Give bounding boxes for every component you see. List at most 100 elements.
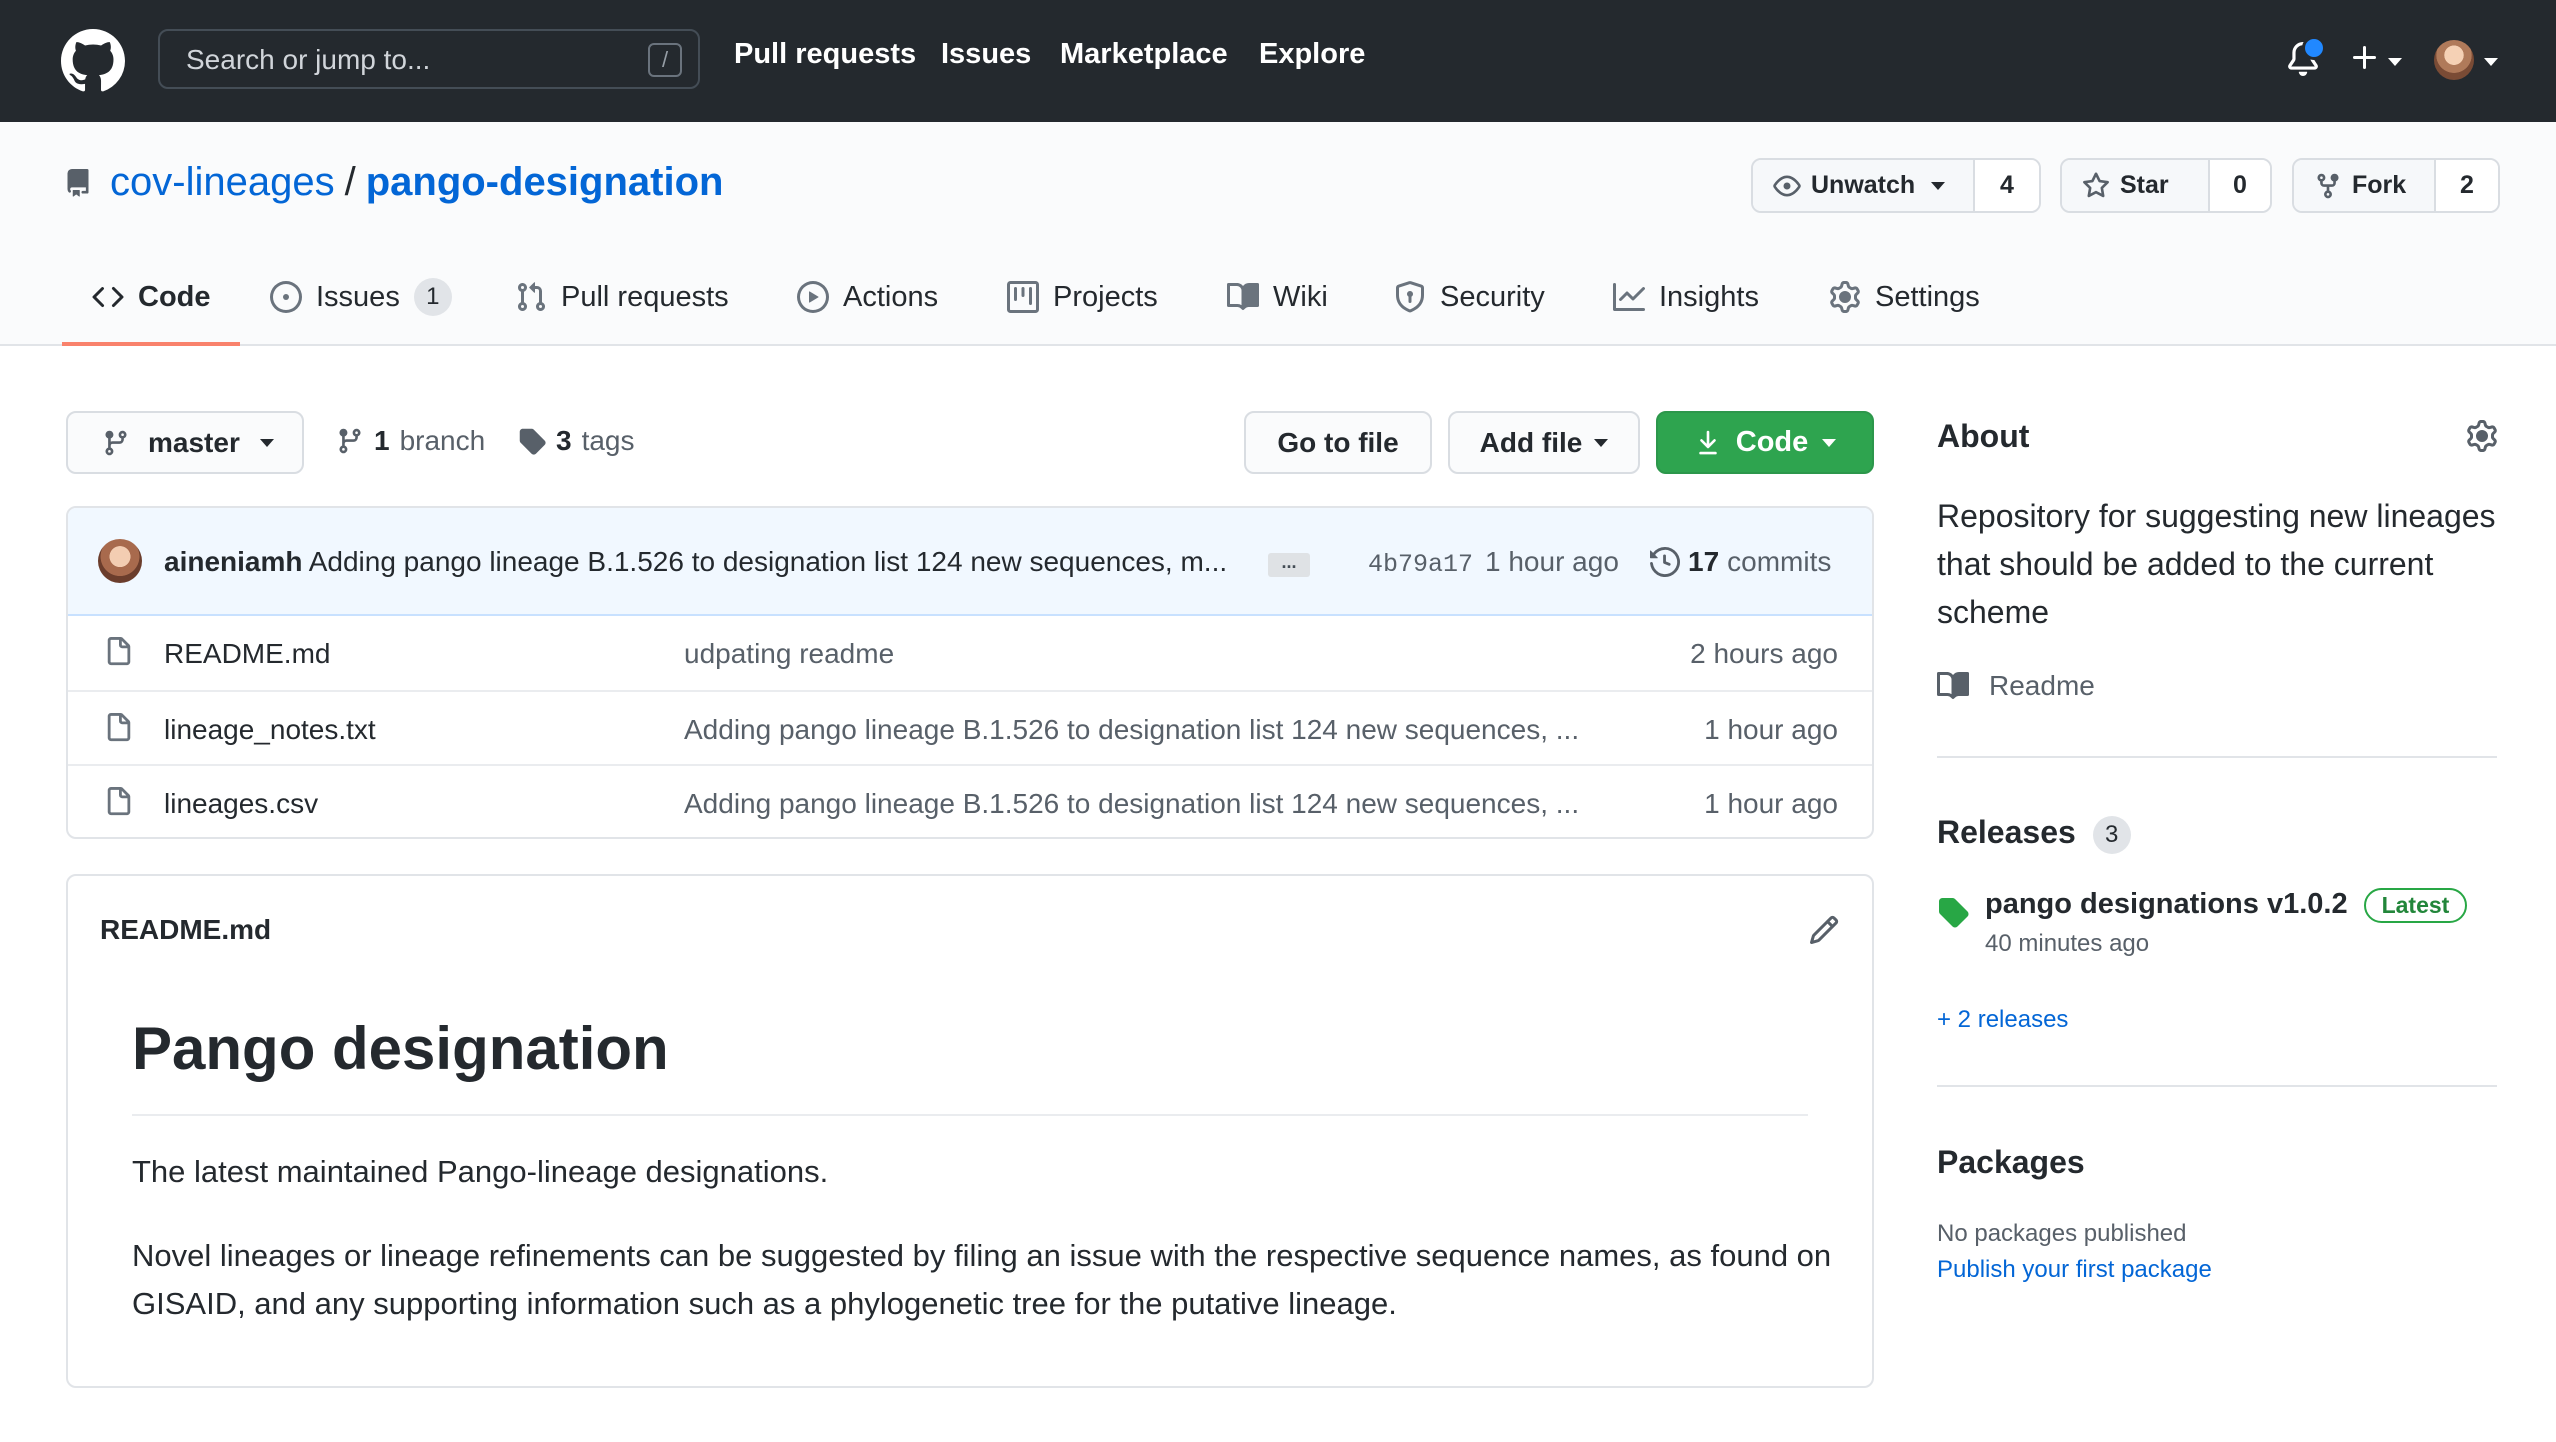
repo-owner-link[interactable]: cov-lineages bbox=[110, 160, 335, 204]
branches-link[interactable]: 1 branch bbox=[336, 425, 485, 457]
tab-pull-requests[interactable]: Pull requests bbox=[515, 276, 729, 318]
file-icon bbox=[107, 787, 131, 816]
repo-title: cov-lineages / pango-designation bbox=[110, 160, 723, 205]
nav-pull-requests[interactable]: Pull requests bbox=[734, 38, 916, 71]
pencil-icon[interactable] bbox=[1808, 914, 1840, 946]
readme-filename: README.md bbox=[100, 914, 272, 945]
download-icon bbox=[1699, 430, 1717, 454]
unwatch-button[interactable]: Unwatch bbox=[1753, 160, 1975, 211]
branch-count: 1 bbox=[374, 425, 390, 456]
watchers-count[interactable]: 4 bbox=[1975, 160, 2039, 211]
sidebar-divider bbox=[1937, 756, 2497, 758]
file-name-link[interactable]: lineage_notes.txt bbox=[164, 714, 376, 746]
tab-insights[interactable]: Insights bbox=[1613, 276, 1759, 318]
tab-security[interactable]: Security bbox=[1394, 276, 1545, 318]
file-commit-message-link[interactable]: Adding pango lineage B.1.526 to designat… bbox=[684, 714, 1579, 746]
user-avatar[interactable] bbox=[2434, 40, 2474, 80]
add-file-button[interactable]: Add file bbox=[1448, 411, 1640, 474]
repo-icon bbox=[67, 169, 89, 197]
play-icon bbox=[797, 281, 829, 313]
code-icon bbox=[92, 286, 124, 308]
code-caret-icon bbox=[1822, 438, 1837, 447]
latest-release: pango designations v1.0.2 Latest bbox=[1985, 888, 2468, 923]
more-releases-link[interactable]: + 2 releases bbox=[1937, 1006, 2068, 1034]
commit-expand-button[interactable]: ... bbox=[1268, 553, 1310, 577]
about-heading: About bbox=[1937, 418, 2030, 454]
stargazers-count[interactable]: 0 bbox=[2210, 160, 2270, 211]
branch-caret-icon bbox=[259, 438, 274, 447]
tab-pull-requests-label: Pull requests bbox=[561, 280, 729, 313]
nav-explore[interactable]: Explore bbox=[1259, 38, 1365, 71]
add-file-caret-icon bbox=[1594, 438, 1609, 447]
nav-marketplace[interactable]: Marketplace bbox=[1060, 38, 1228, 71]
commit-message-link[interactable]: Adding pango lineage B.1.526 to designat… bbox=[309, 546, 1227, 577]
tags-link[interactable]: 3 tags bbox=[518, 425, 635, 457]
releases-heading-label: Releases bbox=[1937, 814, 2076, 850]
forks-count[interactable]: 2 bbox=[2436, 160, 2498, 211]
search-box[interactable]: / bbox=[158, 29, 700, 89]
branch-name: master bbox=[148, 426, 240, 458]
search-input[interactable] bbox=[184, 39, 628, 81]
tag-icon bbox=[519, 428, 546, 455]
global-header: / Pull requests Issues Marketplace Explo… bbox=[0, 0, 2556, 122]
nav-issues[interactable]: Issues bbox=[941, 38, 1031, 71]
create-menu-caret-icon[interactable] bbox=[2388, 58, 2402, 66]
packages-heading[interactable]: Packages bbox=[1937, 1144, 2085, 1181]
tab-projects[interactable]: Projects bbox=[1007, 276, 1158, 318]
project-icon bbox=[1007, 281, 1039, 313]
file-name-link[interactable]: README.md bbox=[164, 638, 330, 670]
git-branch-icon bbox=[105, 430, 127, 455]
eye-icon bbox=[1773, 175, 1801, 196]
repo-name-link[interactable]: pango-designation bbox=[366, 160, 724, 204]
file-name-link[interactable]: lineages.csv bbox=[164, 788, 318, 820]
issues-counter: 1 bbox=[413, 278, 452, 316]
go-to-file-button[interactable]: Go to file bbox=[1244, 411, 1432, 474]
tab-code[interactable]: Code bbox=[92, 276, 211, 318]
tab-insights-label: Insights bbox=[1659, 280, 1759, 313]
releases-heading[interactable]: Releases 3 bbox=[1937, 814, 2131, 854]
tab-wiki-label: Wiki bbox=[1273, 280, 1328, 313]
commits-history-link[interactable]: 17 commits bbox=[1650, 546, 1831, 578]
tab-actions[interactable]: Actions bbox=[797, 276, 938, 318]
branch-word: branch bbox=[399, 425, 486, 456]
about-description: Repository for suggesting new lineages t… bbox=[1937, 498, 2496, 630]
fork-button-group: Fork 2 bbox=[2292, 158, 2500, 213]
git-pull-request-icon bbox=[517, 282, 546, 312]
unwatch-label: Unwatch bbox=[1811, 171, 1916, 199]
book-icon bbox=[1937, 671, 1969, 699]
commit-sha-link[interactable]: 4b79a17 bbox=[1368, 550, 1473, 579]
readme-box: README.md Pango designation The latest m… bbox=[66, 874, 1874, 1388]
fork-label: Fork bbox=[2352, 171, 2407, 199]
sidebar-divider bbox=[1937, 1085, 2497, 1087]
star-label: Star bbox=[2120, 171, 2169, 199]
readme-link[interactable]: Readme bbox=[1937, 670, 2095, 702]
graph-icon bbox=[1613, 283, 1645, 311]
commit-word: commits bbox=[1727, 546, 1832, 577]
file-commit-message-link[interactable]: udpating readme bbox=[684, 638, 894, 670]
publish-package-link[interactable]: Publish your first package bbox=[1937, 1256, 2212, 1284]
commit-author-avatar[interactable] bbox=[98, 539, 142, 583]
tab-issues[interactable]: Issues 1 bbox=[270, 276, 452, 318]
tab-issues-label: Issues bbox=[316, 280, 400, 313]
fork-button[interactable]: Fork bbox=[2294, 160, 2436, 211]
tag-word: tags bbox=[581, 425, 635, 456]
file-commit-time: 1 hour ago bbox=[1704, 714, 1838, 745]
release-name-link[interactable]: pango designations v1.0.2 bbox=[1985, 888, 2348, 920]
branch-select-button[interactable]: master bbox=[66, 411, 304, 474]
issue-opened-icon bbox=[270, 281, 302, 313]
star-button[interactable]: Star bbox=[2062, 160, 2210, 211]
code-download-button[interactable]: Code bbox=[1656, 411, 1874, 474]
tag-count: 3 bbox=[556, 425, 572, 456]
commit-author-link[interactable]: aineniamh bbox=[164, 546, 302, 577]
file-commit-message-link[interactable]: Adding pango lineage B.1.526 to designat… bbox=[684, 788, 1579, 820]
tag-icon bbox=[1939, 898, 1969, 928]
user-menu-caret-icon[interactable] bbox=[2484, 58, 2498, 66]
repo-title-separator: / bbox=[344, 160, 356, 204]
file-row: README.md udpating readme 2 hours ago bbox=[68, 616, 1872, 690]
tab-wiki[interactable]: Wiki bbox=[1227, 276, 1328, 318]
gear-icon[interactable] bbox=[2466, 420, 2498, 452]
star-button-group: Star 0 bbox=[2060, 158, 2272, 213]
github-logo-icon[interactable] bbox=[61, 29, 125, 93]
plus-icon[interactable] bbox=[2349, 42, 2381, 74]
tab-settings[interactable]: Settings bbox=[1829, 276, 1980, 318]
